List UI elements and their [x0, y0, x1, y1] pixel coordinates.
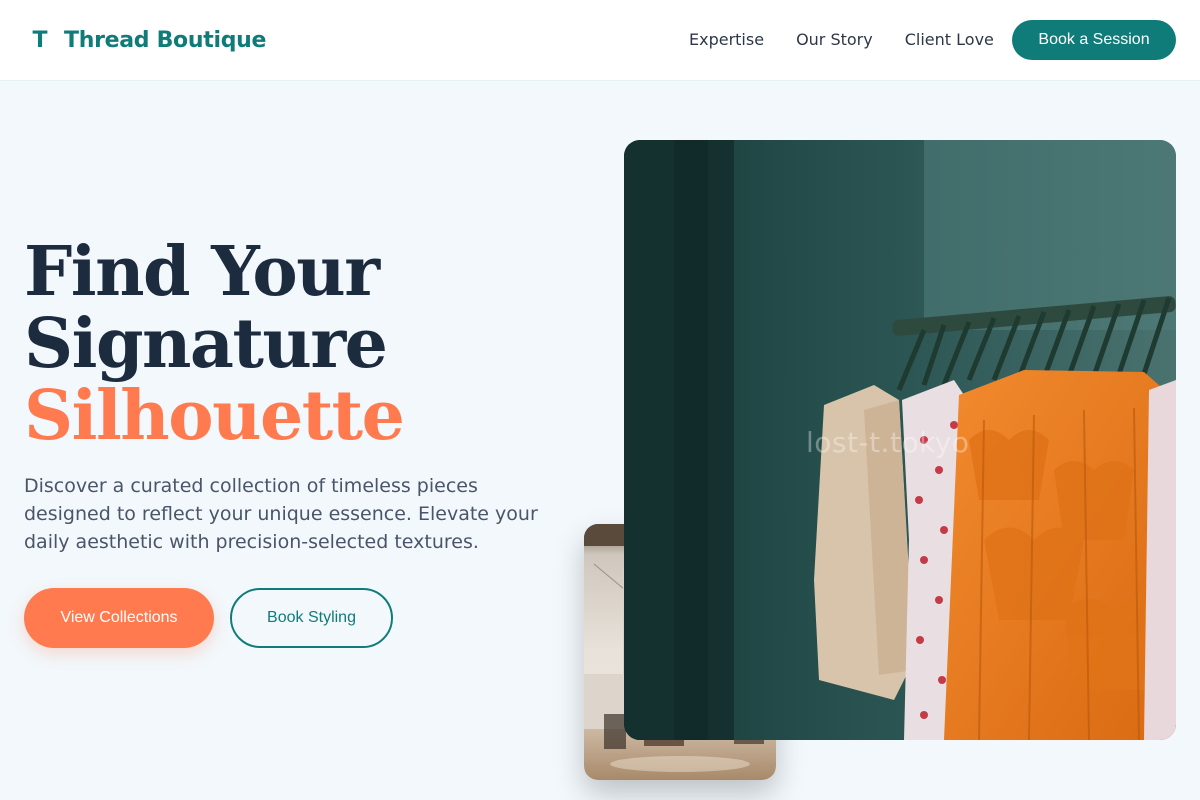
brand-name: Thread Boutique: [64, 27, 267, 53]
clothing-rack-image: lost-t.tokyo: [624, 140, 1176, 740]
hero-description: Discover a curated collection of timeles…: [24, 475, 538, 553]
main-nav: Expertise Our Story Client Love: [689, 30, 994, 50]
site-header: T Thread Boutique Expertise Our Story Cl…: [0, 0, 1200, 80]
logo-mark-icon: T: [32, 27, 48, 53]
hero-title-line2: Signature: [24, 304, 388, 384]
nav-item-client-love[interactable]: Client Love: [905, 30, 994, 50]
hero-title-accent: Silhouette: [24, 376, 405, 456]
nav-item-expertise[interactable]: Expertise: [689, 30, 764, 50]
hero-title-line1: Find Your: [24, 232, 380, 312]
photo-watermark: lost-t.tokyo: [806, 426, 970, 459]
brand-logo[interactable]: T Thread Boutique: [32, 24, 266, 56]
book-styling-button[interactable]: Book Styling: [230, 588, 393, 648]
nav-item-our-story[interactable]: Our Story: [796, 30, 873, 50]
view-collections-button[interactable]: View Collections: [24, 588, 214, 648]
clothing-rack-photo-icon: lost-t.tokyo: [624, 140, 1176, 740]
hero-title: Find Your Signature Silhouette: [24, 236, 584, 452]
book-session-button[interactable]: Book a Session: [1012, 20, 1176, 60]
